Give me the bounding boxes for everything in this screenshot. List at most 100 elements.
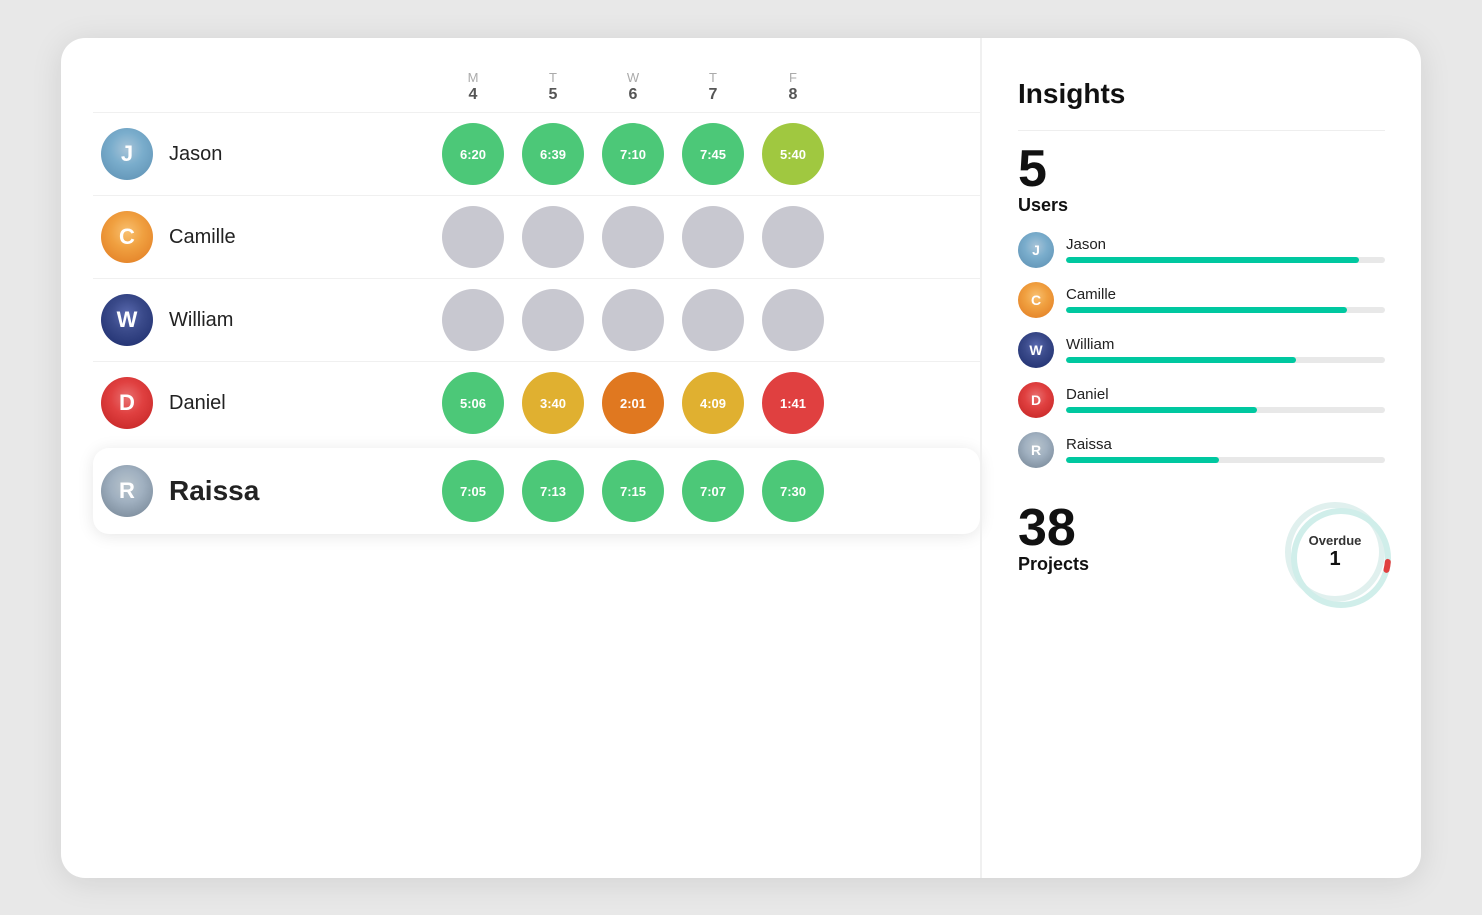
time-bubble: 3:40 bbox=[522, 372, 584, 434]
day-col-6: W6 bbox=[593, 70, 673, 105]
bar-fill bbox=[1066, 257, 1359, 263]
time-bubble bbox=[602, 206, 664, 268]
avatar-jason: J bbox=[101, 128, 153, 180]
projects-count: 38 bbox=[1018, 502, 1089, 554]
day-letter: W bbox=[627, 70, 639, 86]
day-letter: T bbox=[549, 70, 557, 86]
day-num: 8 bbox=[789, 85, 798, 104]
avatar-sm-raissa: R bbox=[1018, 432, 1054, 468]
bar-user-row-william: W William bbox=[1018, 332, 1385, 368]
user-row-william[interactable]: W William bbox=[93, 278, 980, 361]
user-row-jason[interactable]: J Jason 6:20 6:39 7:10 7:45 5:40 bbox=[93, 112, 980, 195]
user-row-camille[interactable]: C Camille bbox=[93, 195, 980, 278]
bar-fill bbox=[1066, 407, 1257, 413]
bar-container: Daniel bbox=[1066, 386, 1385, 413]
time-bubble bbox=[522, 206, 584, 268]
day-num: 5 bbox=[549, 85, 558, 104]
bar-user-row-jason: J Jason bbox=[1018, 232, 1385, 268]
time-bubble bbox=[602, 289, 664, 351]
projects-section: 38 Projects Overdue 1 bbox=[1018, 502, 1385, 602]
user-info: W William bbox=[93, 294, 433, 346]
bar-user-name: William bbox=[1066, 336, 1385, 353]
overdue-circle: Overdue 1 bbox=[1285, 502, 1385, 602]
user-info: C Camille bbox=[93, 211, 433, 263]
bar-fill bbox=[1066, 307, 1347, 313]
time-bubble: 7:15 bbox=[602, 460, 664, 522]
calendar-header: M4T5W6T7F8 bbox=[93, 70, 980, 105]
projects-left: 38 Projects bbox=[1018, 502, 1089, 591]
user-name: Raissa bbox=[169, 475, 259, 507]
day-col-5: T5 bbox=[513, 70, 593, 105]
bar-track bbox=[1066, 257, 1385, 263]
time-bubble: 4:09 bbox=[682, 372, 744, 434]
avatar-william: W bbox=[101, 294, 153, 346]
user-name: William bbox=[169, 309, 233, 332]
main-card: M4T5W6T7F8 JJason6:206:397:107:455:40CCa… bbox=[61, 38, 1421, 878]
bar-user-row-camille: C Camille bbox=[1018, 282, 1385, 318]
time-bubble: 2:01 bbox=[602, 372, 664, 434]
bar-user-row-raissa: R Raissa bbox=[1018, 432, 1385, 468]
avatar-sm-camille: C bbox=[1018, 282, 1054, 318]
bar-user-name: Jason bbox=[1066, 236, 1385, 253]
bar-container: Jason bbox=[1066, 236, 1385, 263]
time-bubble: 7:45 bbox=[682, 123, 744, 185]
avatar-sm-jason: J bbox=[1018, 232, 1054, 268]
bar-track bbox=[1066, 457, 1385, 463]
day-letter: M bbox=[468, 70, 479, 86]
users-label: Users bbox=[1018, 195, 1385, 216]
insights-title: Insights bbox=[1018, 78, 1385, 110]
projects-label: Projects bbox=[1018, 554, 1089, 575]
bar-user-name: Camille bbox=[1066, 286, 1385, 303]
bar-container: Raissa bbox=[1066, 436, 1385, 463]
time-bubble: 5:40 bbox=[762, 123, 824, 185]
time-bubble bbox=[762, 289, 824, 351]
time-bubble: 1:41 bbox=[762, 372, 824, 434]
day-col-8: F8 bbox=[753, 70, 833, 105]
time-bubble bbox=[682, 206, 744, 268]
time-bubble: 6:20 bbox=[442, 123, 504, 185]
time-bubble: 6:39 bbox=[522, 123, 584, 185]
bar-track bbox=[1066, 357, 1385, 363]
day-letter: F bbox=[789, 70, 797, 86]
bar-fill bbox=[1066, 357, 1296, 363]
user-row-daniel[interactable]: D Daniel 5:06 3:40 2:01 4:09 1:41 bbox=[93, 361, 980, 444]
avatar-sm-william: W bbox=[1018, 332, 1054, 368]
user-row-raissa[interactable]: RRaissa7:057:137:157:077:30 bbox=[93, 448, 980, 534]
bar-user-row-daniel: D Daniel bbox=[1018, 382, 1385, 418]
left-panel: M4T5W6T7F8 JJason6:206:397:107:455:40CCa… bbox=[61, 38, 980, 878]
avatar-daniel: D bbox=[101, 377, 153, 429]
time-bubble bbox=[762, 206, 824, 268]
time-bubble: 7:13 bbox=[522, 460, 584, 522]
user-name: Daniel bbox=[169, 392, 226, 415]
user-rows: J Jason 6:20 6:39 7:10 7:45 5:40 C Camille W Willi… bbox=[93, 112, 980, 538]
day-col-4: M4 bbox=[433, 70, 513, 105]
user-name: Jason bbox=[169, 143, 222, 166]
users-count: 5 bbox=[1018, 143, 1385, 195]
time-bubble bbox=[522, 289, 584, 351]
avatar-camille: C bbox=[101, 211, 153, 263]
time-bubble: 7:10 bbox=[602, 123, 664, 185]
time-bubble: 5:06 bbox=[442, 372, 504, 434]
time-bubble bbox=[442, 206, 504, 268]
bar-track bbox=[1066, 307, 1385, 313]
user-info: J Jason bbox=[93, 128, 433, 180]
bar-container: William bbox=[1066, 336, 1385, 363]
avatar-raissa: R bbox=[101, 465, 153, 517]
user-info: R Raissa bbox=[93, 465, 433, 517]
day-letter: T bbox=[709, 70, 717, 86]
bar-fill bbox=[1066, 457, 1219, 463]
bar-user-name: Daniel bbox=[1066, 386, 1385, 403]
user-info: D Daniel bbox=[93, 377, 433, 429]
bar-users-container: J Jason C Camille W William D Daniel R Raissa bbox=[1018, 232, 1385, 482]
bar-track bbox=[1066, 407, 1385, 413]
time-bubble: 7:07 bbox=[682, 460, 744, 522]
bar-container: Camille bbox=[1066, 286, 1385, 313]
user-name: Camille bbox=[169, 226, 236, 249]
day-num: 4 bbox=[469, 85, 478, 104]
day-col-7: T7 bbox=[673, 70, 753, 105]
right-panel: Insights 5 Users J Jason C Camille W William D… bbox=[981, 38, 1421, 878]
avatar-sm-daniel: D bbox=[1018, 382, 1054, 418]
time-bubble bbox=[682, 289, 744, 351]
bar-user-name: Raissa bbox=[1066, 436, 1385, 453]
day-num: 6 bbox=[629, 85, 638, 104]
